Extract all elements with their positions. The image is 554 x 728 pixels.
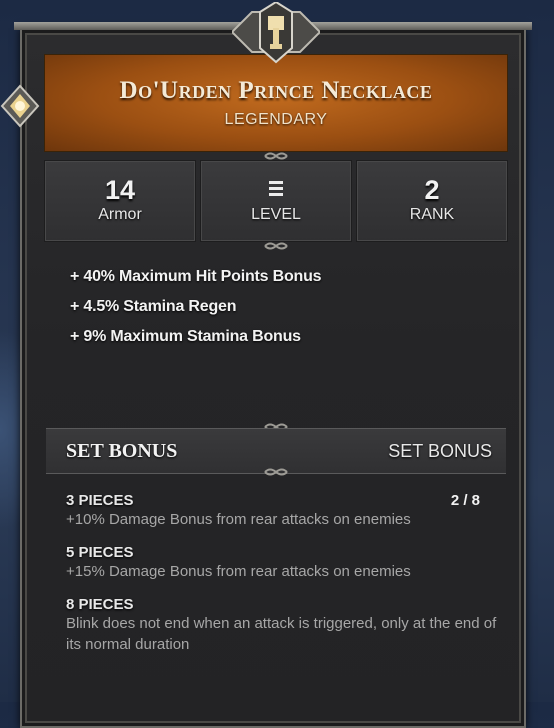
set-tier: 5 PIECES +15% Damage Bonus from rear att…	[66, 544, 506, 582]
tier-pieces: 8 PIECES	[66, 596, 134, 613]
item-quality: LEGENDARY	[224, 111, 328, 128]
amulet-crest-icon	[232, 2, 320, 64]
rank-label: RANK	[409, 206, 455, 223]
bonus-line: + 9% Maximum Stamina Bonus	[70, 328, 301, 345]
stats-row: 14 Armor LEVEL 2 RANK	[44, 160, 508, 242]
set-bonus-subtitle: SET BONUS	[388, 441, 492, 461]
side-gem-ornament-icon	[0, 84, 40, 128]
set-tier: 8 PIECES Blink does not end when an atta…	[66, 596, 506, 655]
item-bonus-list: + 40% Maximum Hit Points Bonus + 4.5% St…	[70, 268, 322, 358]
rank-value: 2	[424, 175, 440, 205]
tier-description: Blink does not end when an attack is tri…	[66, 615, 497, 653]
item-header: Do'Urden Prince Necklace LEGENDARY	[44, 54, 508, 152]
level-label: LEVEL	[251, 206, 301, 223]
tier-pieces: 5 PIECES	[66, 544, 134, 561]
set-tier: 3 PIECES 2 / 8 +10% Damage Bonus from re…	[66, 492, 506, 530]
rank-stat: 2 RANK	[356, 160, 508, 242]
bonus-line: + 40% Maximum Hit Points Bonus	[70, 268, 322, 285]
item-name: Do'Urden Prince Necklace	[119, 77, 433, 104]
bonus-line: + 4.5% Stamina Regen	[70, 298, 237, 315]
set-bonus-tiers: 3 PIECES 2 / 8 +10% Damage Bonus from re…	[66, 492, 506, 669]
tier-pieces: 3 PIECES	[66, 492, 134, 509]
armor-value: 14	[104, 175, 136, 205]
tier-description: +15% Damage Bonus from rear attacks on e…	[66, 563, 411, 580]
set-progress: 2 / 8	[450, 492, 480, 509]
set-bonus-title: SET BONUS	[66, 440, 178, 462]
knot-divider-icon	[264, 468, 288, 476]
level-stat: LEVEL	[200, 160, 352, 242]
armor-stat: 14 Armor	[44, 160, 196, 242]
level-bars-icon	[269, 181, 283, 199]
armor-label: Armor	[98, 206, 142, 223]
tier-description: +10% Damage Bonus from rear attacks on e…	[66, 511, 411, 528]
knot-divider-icon	[264, 242, 288, 250]
